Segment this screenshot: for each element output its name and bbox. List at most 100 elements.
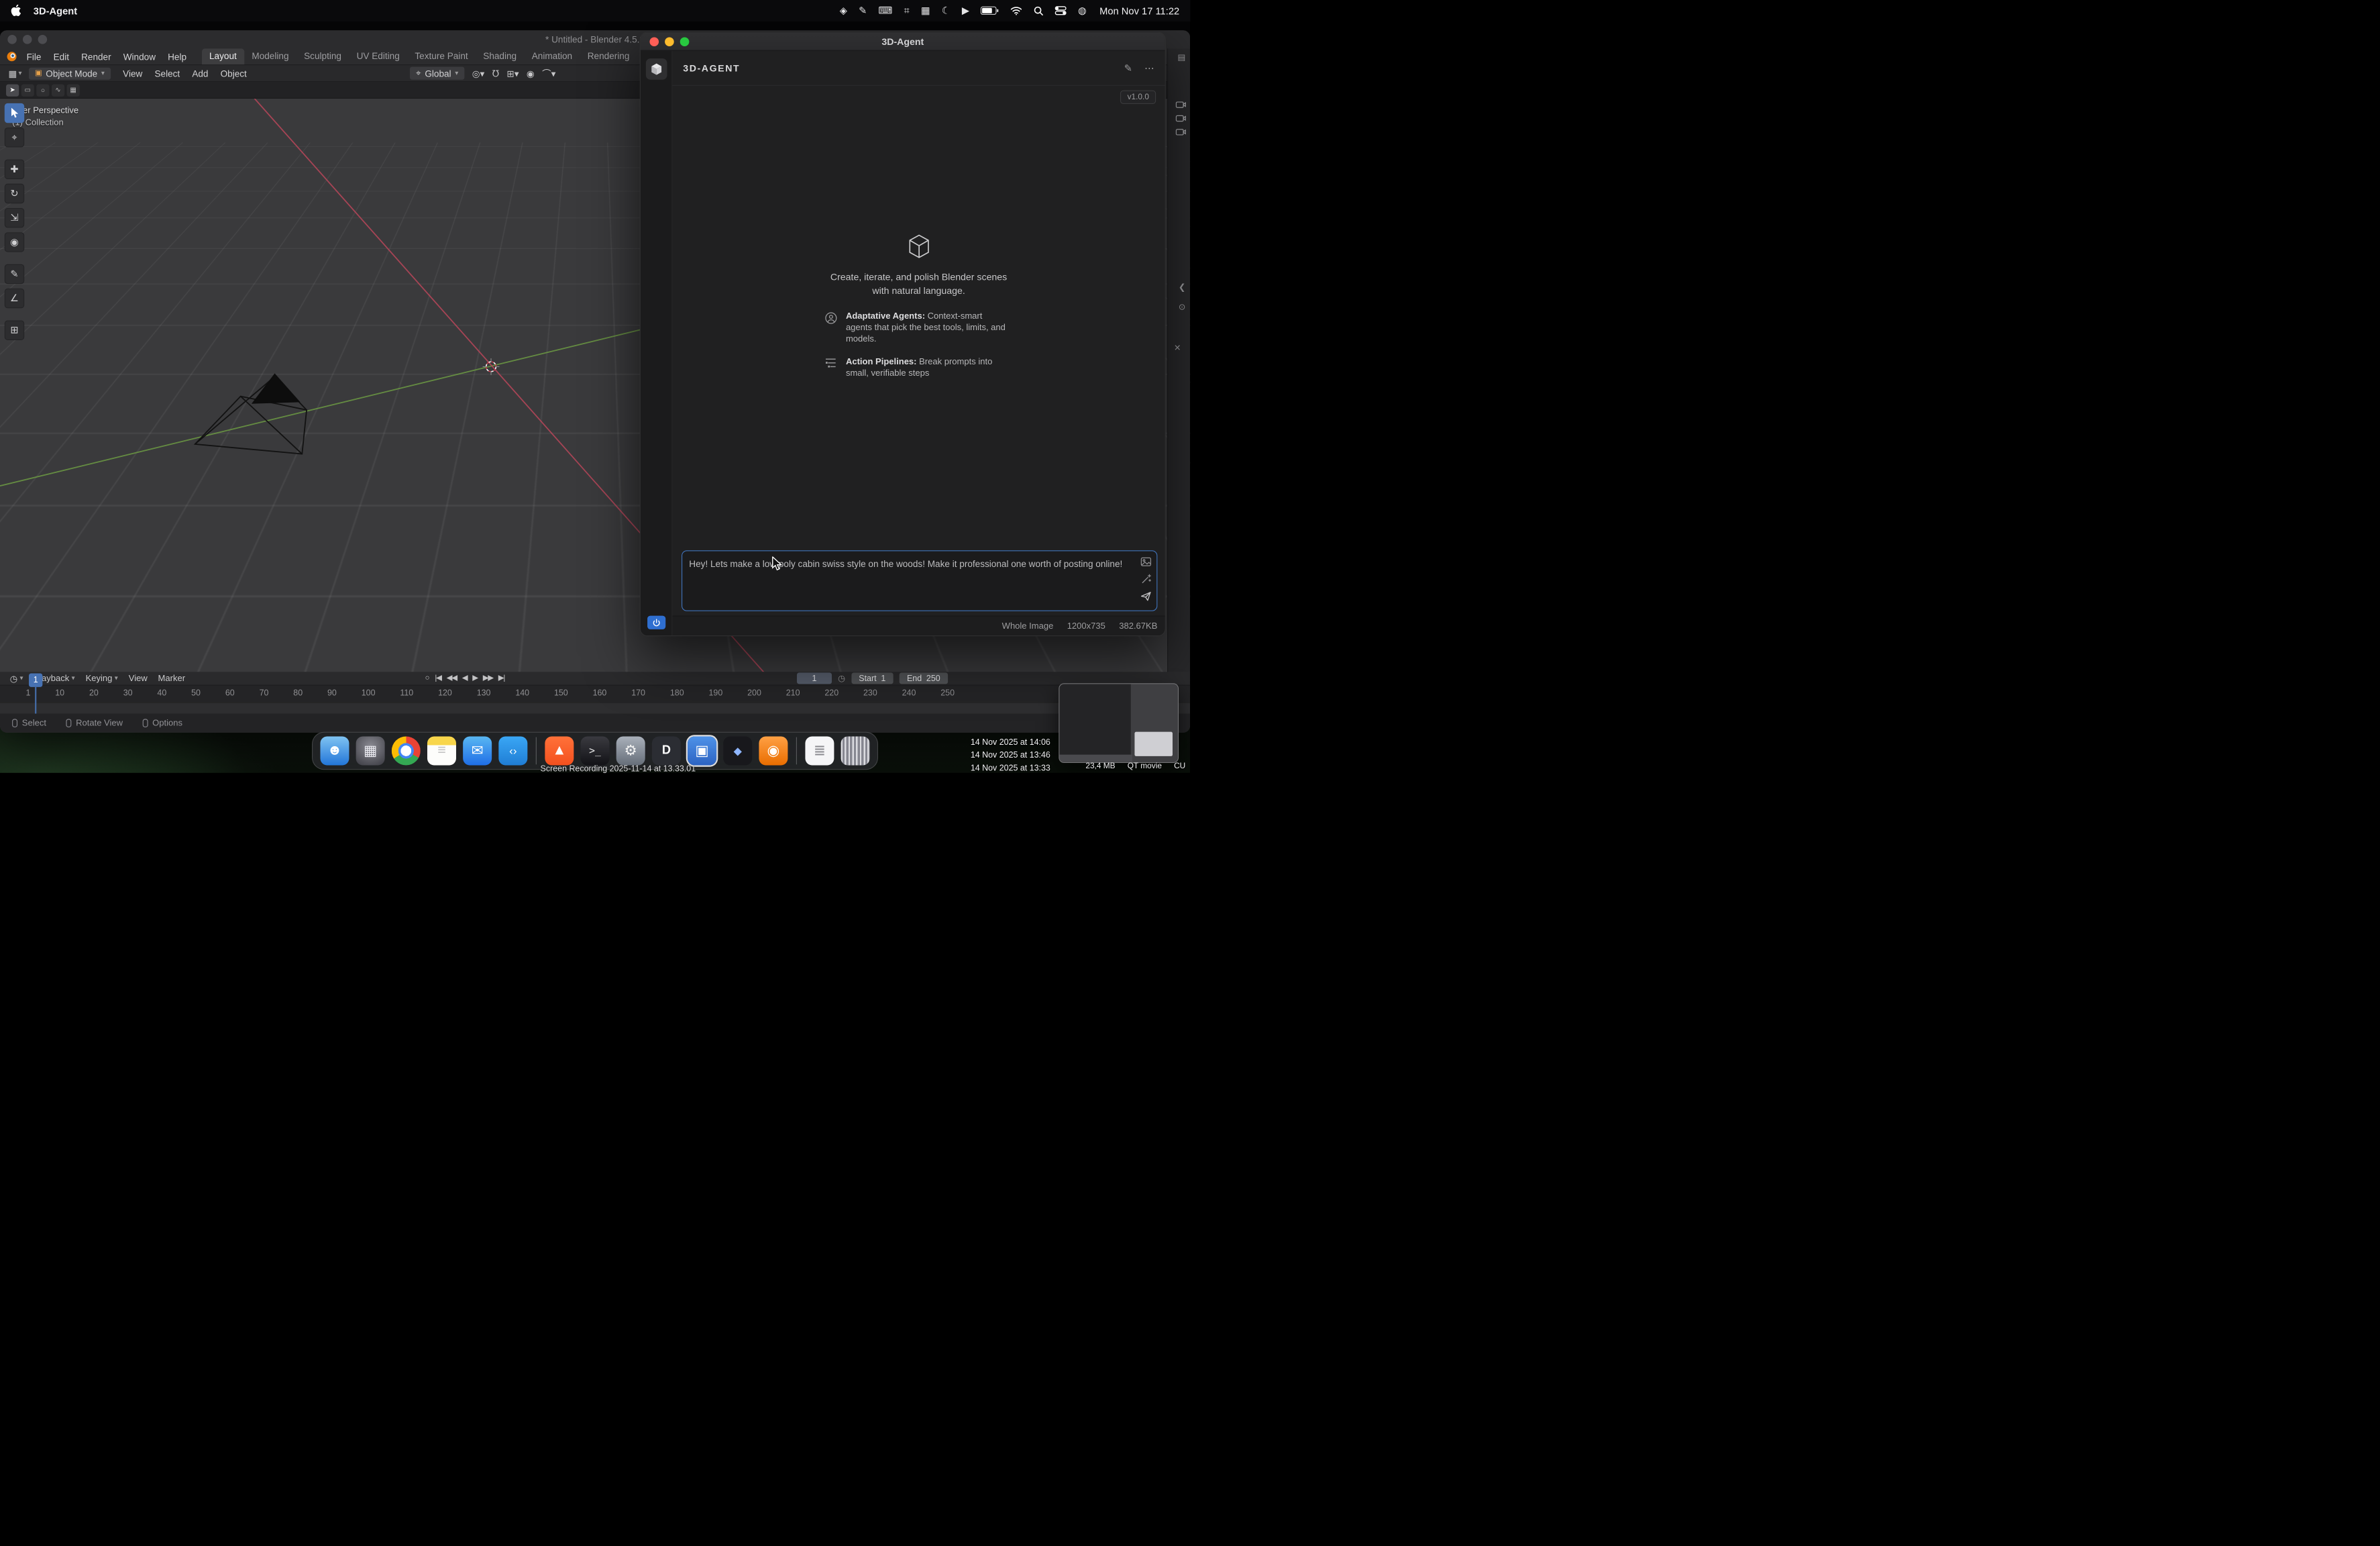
menu-view[interactable]: View xyxy=(117,68,148,79)
menu-select[interactable]: Select xyxy=(148,68,186,79)
menu-add[interactable]: Add xyxy=(186,68,214,79)
active-app-name[interactable]: 3D-Agent xyxy=(34,5,77,16)
tab-sculpting[interactable]: Sculpting xyxy=(296,48,349,64)
siri-icon[interactable]: ◍ xyxy=(1078,5,1087,17)
select-box-tool[interactable] xyxy=(5,103,24,123)
pencil-icon[interactable]: ✎ xyxy=(859,5,867,17)
control-center-icon[interactable] xyxy=(1055,6,1067,15)
dock-item-brave[interactable]: ▲ xyxy=(545,736,574,765)
dock-item-trash[interactable] xyxy=(841,736,870,765)
menu-window[interactable]: Window xyxy=(117,51,162,62)
auto-key-toggle[interactable]: ○ xyxy=(425,674,430,682)
camera-visibility-icon[interactable] xyxy=(1176,100,1187,108)
dock-item-terminal[interactable]: >_ xyxy=(581,736,610,765)
pin-icon[interactable]: ⊙ xyxy=(1179,302,1185,312)
close-button[interactable] xyxy=(649,37,659,46)
tab-modeling[interactable]: Modeling xyxy=(244,48,296,64)
jump-to-end-button[interactable]: ▶| xyxy=(498,674,504,682)
connection-toggle-button[interactable] xyxy=(647,616,665,629)
menu-help[interactable]: Help xyxy=(162,51,193,62)
screenshot-preview-window[interactable] xyxy=(1059,683,1179,763)
agent-titlebar[interactable]: 3D-Agent xyxy=(641,33,1165,51)
tab-rendering[interactable]: Rendering xyxy=(580,48,637,64)
proportional-falloff-select[interactable]: ⌒▾ xyxy=(542,67,555,80)
tiles-icon[interactable]: ⌗ xyxy=(904,5,910,17)
prev-keyframe-button[interactable]: ◀◀ xyxy=(447,674,457,682)
dock-item-launchpad[interactable]: ▦ xyxy=(356,736,385,765)
magic-wand-icon[interactable] xyxy=(1141,574,1151,584)
file-date[interactable]: 14 Nov 2025 at 13:33 xyxy=(971,762,1050,773)
dock-item-system-settings[interactable]: ⚙ xyxy=(616,736,645,765)
agent-app-tile[interactable] xyxy=(645,58,667,80)
mode-select[interactable]: ▣ Object Mode ▾ xyxy=(29,67,111,79)
menu-bar-clock[interactable]: Mon Nov 17 11:22 xyxy=(1099,5,1179,16)
cursor-tool[interactable]: ⌖ xyxy=(5,127,24,147)
battery-icon[interactable] xyxy=(981,6,999,15)
dock-item-3d-agent[interactable]: ▣ xyxy=(688,736,716,765)
spotlight-search-icon[interactable] xyxy=(1034,5,1044,15)
focus-moon-icon[interactable]: ☾ xyxy=(942,5,951,17)
end-frame-field[interactable]: End250 xyxy=(900,672,948,684)
collapse-chevron-icon[interactable]: ❮ xyxy=(1179,282,1185,293)
rotate-tool[interactable]: ↻ xyxy=(5,184,24,203)
menu-edit[interactable]: Edit xyxy=(48,51,76,62)
apple-menu-icon[interactable] xyxy=(11,5,21,17)
next-keyframe-button[interactable]: ▶▶ xyxy=(483,674,493,682)
snap-target-select[interactable]: ⊞▾ xyxy=(506,68,519,79)
tab-animation[interactable]: Animation xyxy=(524,48,580,64)
keyboard-icon[interactable]: ⌨ xyxy=(878,5,892,17)
transform-tool[interactable]: ◉ xyxy=(5,232,24,252)
select-mode-lasso-button[interactable]: ∿ xyxy=(52,84,64,96)
editor-type-button[interactable]: ▦▾ xyxy=(5,68,26,79)
dock-item-notes[interactable]: ≡ xyxy=(427,736,456,765)
panel-toggle-icon[interactable]: ▤ xyxy=(1177,52,1185,62)
move-tool[interactable]: ✚ xyxy=(5,160,24,179)
close-button[interactable] xyxy=(7,35,17,44)
camera-visibility-icon[interactable] xyxy=(1176,114,1187,122)
tab-layout[interactable]: Layout xyxy=(202,48,244,64)
menu-marker[interactable]: Marker xyxy=(153,674,191,683)
play-reverse-button[interactable]: ◀ xyxy=(462,674,468,682)
shield-icon[interactable]: ◈ xyxy=(840,5,847,17)
annotate-tool[interactable]: ✎ xyxy=(5,264,24,284)
attach-image-icon[interactable] xyxy=(1140,557,1151,566)
start-frame-field[interactable]: Start1 xyxy=(851,672,894,684)
menu-object[interactable]: Object xyxy=(215,68,253,79)
dock-item-finder[interactable]: ☻ xyxy=(320,736,349,765)
select-mode-extra-button[interactable]: ▦ xyxy=(67,84,80,96)
timeline-ruler[interactable]: 110 2030 4050 6070 8090 100110 120130 14… xyxy=(0,685,1190,703)
tab-shading[interactable]: Shading xyxy=(476,48,524,64)
select-mode-circle-button[interactable]: ○ xyxy=(36,84,49,96)
snap-magnet-toggle[interactable]: ℧ xyxy=(492,68,499,79)
tab-uv-editing[interactable]: UV Editing xyxy=(349,48,407,64)
zoom-button[interactable] xyxy=(680,37,690,46)
tab-texture-paint[interactable]: Texture Paint xyxy=(407,48,476,64)
measure-tool[interactable]: ∠ xyxy=(5,289,24,308)
timeline-track-area[interactable] xyxy=(0,703,1190,714)
file-date[interactable]: 14 Nov 2025 at 14:06 xyxy=(971,736,1050,749)
chat-input[interactable]: Hey! Lets make a low poly cabin swiss st… xyxy=(682,550,1157,611)
transform-orientation-select[interactable]: ⌖ Global ▾ xyxy=(410,67,464,80)
current-frame-field[interactable]: 1 xyxy=(797,672,832,684)
select-mode-tweak-button[interactable]: ➤ xyxy=(6,84,19,96)
pivot-point-select[interactable]: ◎▾ xyxy=(472,68,485,79)
jump-to-start-button[interactable]: |◀ xyxy=(435,674,441,682)
dock-item-discord[interactable]: D xyxy=(652,736,681,765)
playhead[interactable] xyxy=(35,687,36,714)
dock-item-vscode[interactable]: ‹› xyxy=(498,736,527,765)
menu-keying[interactable]: Keying▾ xyxy=(80,674,123,683)
dock-item-utility[interactable]: ◆ xyxy=(723,736,752,765)
dock-item-texteditor[interactable]: ≣ xyxy=(805,736,834,765)
menu-timeline-view[interactable]: View xyxy=(123,674,153,683)
select-mode-box-button[interactable]: ▭ xyxy=(21,84,34,96)
proportional-editing-toggle[interactable]: ◉ xyxy=(527,68,535,79)
play-button[interactable]: ▶ xyxy=(472,674,478,682)
scale-tool[interactable]: ⇲ xyxy=(5,208,24,227)
screen-play-icon[interactable]: ▶ xyxy=(962,5,969,17)
dock-item-chrome[interactable] xyxy=(392,736,421,765)
file-date[interactable]: 14 Nov 2025 at 13:46 xyxy=(971,750,1050,762)
current-frame-marker[interactable]: 1 xyxy=(29,674,42,687)
window-grid-icon[interactable]: ▦ xyxy=(921,5,930,17)
close-icon[interactable]: ✕ xyxy=(1174,343,1181,353)
timeline-editor-type-button[interactable]: ◷▾ xyxy=(5,673,29,684)
